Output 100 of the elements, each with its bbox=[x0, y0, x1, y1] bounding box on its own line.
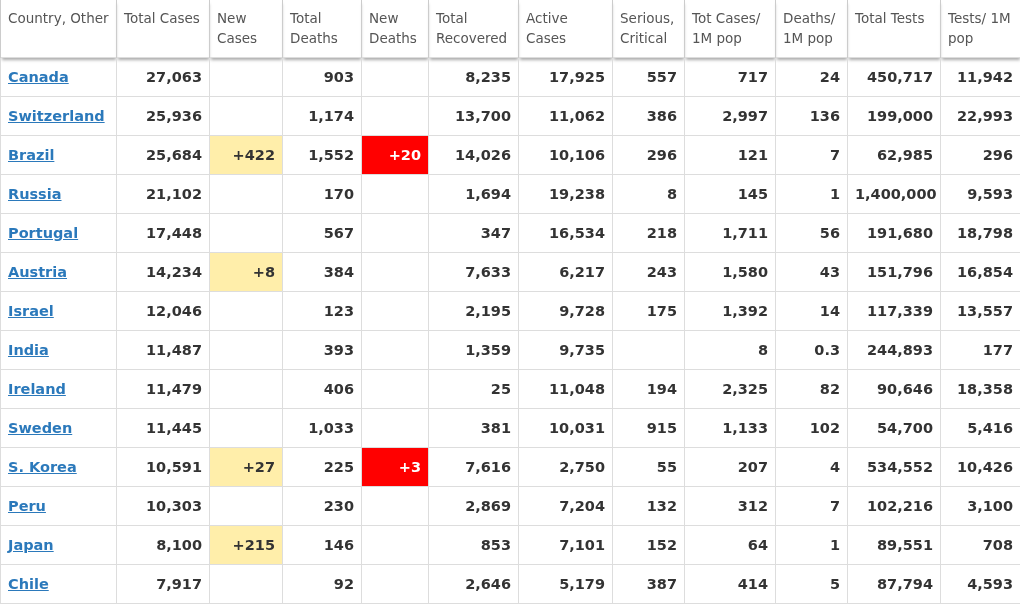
table-cell: 347 bbox=[428, 213, 519, 253]
table-cell: 12,046 bbox=[116, 291, 210, 331]
table-cell: 2,195 bbox=[428, 291, 519, 331]
table-cell: 14 bbox=[775, 291, 848, 331]
table-cell: 7,101 bbox=[518, 525, 613, 565]
table-cell: 386 bbox=[612, 96, 685, 136]
table-cell: 230 bbox=[282, 486, 362, 526]
table-cell: 11,479 bbox=[116, 369, 210, 409]
country-link[interactable]: Israel bbox=[8, 303, 54, 319]
table-cell: +8 bbox=[209, 252, 283, 292]
table-cell: 244,893 bbox=[847, 330, 941, 370]
table-cell: 296 bbox=[612, 135, 685, 175]
country-link[interactable]: Peru bbox=[8, 498, 46, 514]
country-link[interactable]: Japan bbox=[8, 537, 54, 553]
table-cell: 8,235 bbox=[428, 57, 519, 97]
country-link[interactable]: Brazil bbox=[8, 147, 55, 163]
table-cell: 82 bbox=[775, 369, 848, 409]
table-cell: 151,796 bbox=[847, 252, 941, 292]
column-header[interactable]: Total Deaths bbox=[282, 0, 362, 58]
table-cell: 87,794 bbox=[847, 564, 941, 604]
table-cell: 1,174 bbox=[282, 96, 362, 136]
table-cell: 7,633 bbox=[428, 252, 519, 292]
table-cell: 17,448 bbox=[116, 213, 210, 253]
table-cell: 8,100 bbox=[116, 525, 210, 565]
table-cell: 170 bbox=[282, 174, 362, 214]
country-link[interactable]: Ireland bbox=[8, 381, 66, 397]
table-cell: 11,942 bbox=[940, 57, 1020, 97]
table-cell: 5,179 bbox=[518, 564, 613, 604]
table-cell: 915 bbox=[612, 408, 685, 448]
column-header[interactable]: New Cases bbox=[209, 0, 283, 58]
table-cell: +422 bbox=[209, 135, 283, 175]
table-cell: 853 bbox=[428, 525, 519, 565]
table-cell: 21,102 bbox=[116, 174, 210, 214]
table-cell: 64 bbox=[684, 525, 776, 565]
table-cell: 534,552 bbox=[847, 447, 941, 487]
column-header[interactable]: Total Tests bbox=[847, 0, 941, 58]
table-cell: 7 bbox=[775, 135, 848, 175]
country-link[interactable]: Chile bbox=[8, 576, 49, 592]
table-cell: +3 bbox=[361, 447, 429, 487]
table-cell: 10,106 bbox=[518, 135, 613, 175]
table-cell: 90,646 bbox=[847, 369, 941, 409]
table-cell: 717 bbox=[684, 57, 776, 97]
table-cell: 5 bbox=[775, 564, 848, 604]
column-header[interactable]: Total Recovered bbox=[428, 0, 519, 58]
table-cell: 62,985 bbox=[847, 135, 941, 175]
table-cell: 92 bbox=[282, 564, 362, 604]
table-cell: 19,238 bbox=[518, 174, 613, 214]
table-cell: 194 bbox=[612, 369, 685, 409]
table-cell: 11,048 bbox=[518, 369, 613, 409]
table-cell: 11,487 bbox=[116, 330, 210, 370]
table-cell: 146 bbox=[282, 525, 362, 565]
table-cell: +20 bbox=[361, 135, 429, 175]
table-cell: 117,339 bbox=[847, 291, 941, 331]
table-cell: 27,063 bbox=[116, 57, 210, 97]
table-cell: 557 bbox=[612, 57, 685, 97]
table-cell: 7,616 bbox=[428, 447, 519, 487]
table-cell: 9,728 bbox=[518, 291, 613, 331]
country-link[interactable]: Russia bbox=[8, 186, 62, 202]
column-header[interactable]: Tests/ 1M pop bbox=[940, 0, 1020, 58]
table-cell: 25,684 bbox=[116, 135, 210, 175]
table-cell: +27 bbox=[209, 447, 283, 487]
table-cell: 567 bbox=[282, 213, 362, 253]
table-cell: 414 bbox=[684, 564, 776, 604]
table-cell: 1,400,000 bbox=[847, 174, 941, 214]
table-cell: 10,303 bbox=[116, 486, 210, 526]
table-cell: 132 bbox=[612, 486, 685, 526]
column-header[interactable]: Tot Cases/ 1M pop bbox=[684, 0, 776, 58]
table-cell: 1 bbox=[775, 525, 848, 565]
column-header[interactable]: Serious, Critical bbox=[612, 0, 685, 58]
table-cell: 136 bbox=[775, 96, 848, 136]
table-cell: 7 bbox=[775, 486, 848, 526]
column-header[interactable]: Total Cases bbox=[116, 0, 210, 58]
table-cell: 2,646 bbox=[428, 564, 519, 604]
table-cell: 1,392 bbox=[684, 291, 776, 331]
table-cell: 199,000 bbox=[847, 96, 941, 136]
table-cell: 450,717 bbox=[847, 57, 941, 97]
table-cell: 102,216 bbox=[847, 486, 941, 526]
column-header[interactable]: New Deaths bbox=[361, 0, 429, 58]
table-cell: 243 bbox=[612, 252, 685, 292]
column-header[interactable]: Active Cases bbox=[518, 0, 613, 58]
country-link[interactable]: India bbox=[8, 342, 49, 358]
table-cell: 903 bbox=[282, 57, 362, 97]
table-cell: 2,750 bbox=[518, 447, 613, 487]
table-cell: 54,700 bbox=[847, 408, 941, 448]
column-header[interactable]: Country, Other bbox=[0, 0, 117, 58]
table-cell: 152 bbox=[612, 525, 685, 565]
table-cell: 121 bbox=[684, 135, 776, 175]
column-header[interactable]: Deaths/ 1M pop bbox=[775, 0, 848, 58]
table-cell: +215 bbox=[209, 525, 283, 565]
table-cell: 55 bbox=[612, 447, 685, 487]
table-cell: 25,936 bbox=[116, 96, 210, 136]
table-cell: 17,925 bbox=[518, 57, 613, 97]
table-cell: 9,735 bbox=[518, 330, 613, 370]
table-cell: 2,997 bbox=[684, 96, 776, 136]
table-cell: 1,711 bbox=[684, 213, 776, 253]
table-cell: 123 bbox=[282, 291, 362, 331]
table-cell: 7,917 bbox=[116, 564, 210, 604]
table-cell: 6,217 bbox=[518, 252, 613, 292]
table-cell: 89,551 bbox=[847, 525, 941, 565]
table-cell: 14,026 bbox=[428, 135, 519, 175]
